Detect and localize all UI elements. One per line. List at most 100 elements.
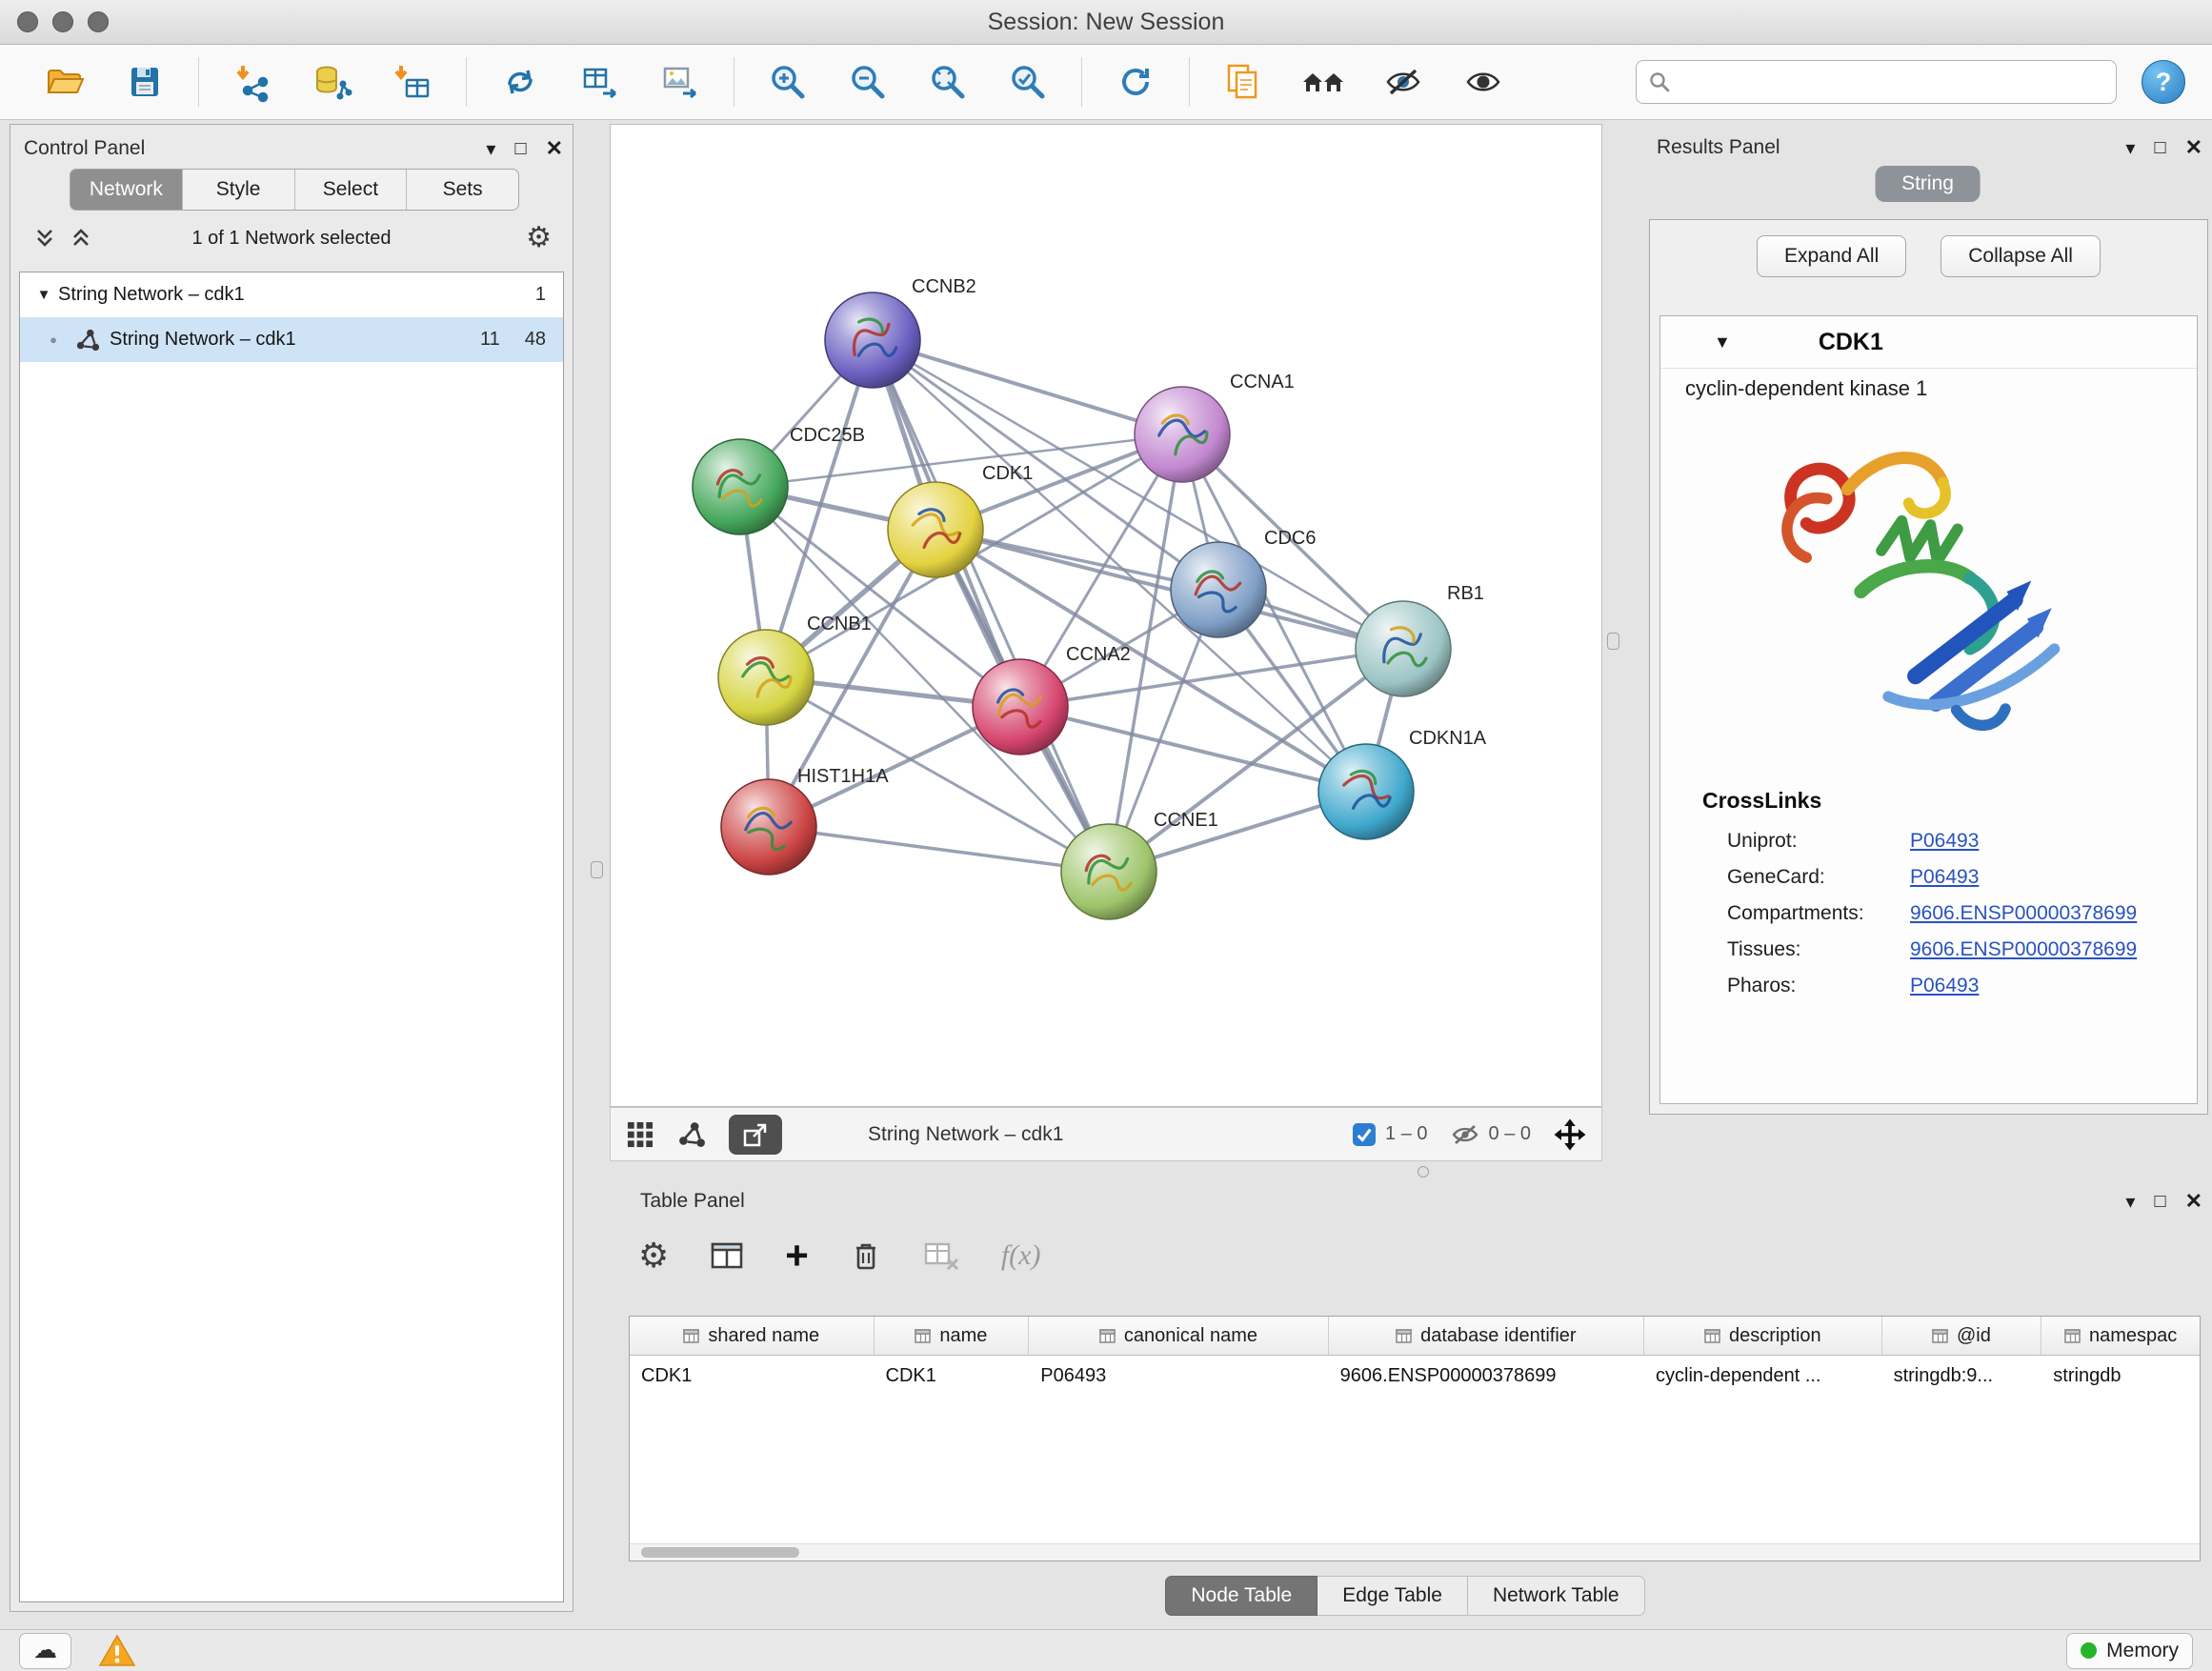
network-canvas[interactable]: CCNB2CCNA1CDC25BCDK1CDC6RB1CCNB1CCNA2CDK… [610, 124, 1602, 1107]
column-header-namespac[interactable]: namespac [2041, 1317, 2200, 1355]
panel-menu-icon[interactable]: ▾ [2125, 1190, 2135, 1214]
network-node-ccna1[interactable]: CCNA1 [1135, 372, 1295, 482]
network-edge[interactable] [935, 530, 1403, 649]
table-cell[interactable]: 9606.ENSP00000378699 [1329, 1365, 1644, 1387]
network-node-ccnb1[interactable]: CCNB1 [718, 614, 872, 725]
show-columns-icon[interactable] [709, 1238, 745, 1273]
minimize-window-button[interactable] [52, 11, 73, 32]
tab-select[interactable]: Select [294, 170, 407, 210]
expand-all-button[interactable]: Expand All [1757, 235, 1906, 277]
tab-style[interactable]: Style [182, 170, 294, 210]
network-node-cdkn1a[interactable]: CDKN1A [1318, 728, 1487, 839]
network-node-ccnb2[interactable]: CCNB2 [825, 276, 976, 388]
network-graph[interactable]: CCNB2CCNA1CDC25BCDK1CDC6RB1CCNB1CCNA2CDK… [611, 125, 1601, 1106]
collapse-all-button[interactable]: Collapse All [1941, 235, 2101, 277]
network-edge[interactable] [873, 340, 1182, 434]
panel-menu-icon[interactable]: ▾ [2125, 136, 2135, 160]
hide-unhide-button[interactable] [1374, 52, 1433, 111]
zoom-fit-button[interactable] [918, 52, 977, 111]
apply-layout-button[interactable] [491, 52, 550, 111]
column-header-canonical-name[interactable]: canonical name [1029, 1317, 1328, 1355]
gear-icon[interactable]: ⚙ [526, 221, 552, 254]
crosslink-link[interactable]: 9606.ENSP00000378699 [1910, 902, 2137, 925]
copy-view-button[interactable] [1214, 52, 1273, 111]
crosslink-link[interactable]: 9606.ENSP00000378699 [1910, 938, 2137, 961]
table-settings-gear-icon[interactable]: ⚙ [638, 1238, 669, 1273]
splitter-handle[interactable] [1607, 633, 1619, 650]
horizontal-scrollbar[interactable] [630, 1543, 2200, 1560]
tab-edge-table[interactable]: Edge Table [1317, 1576, 1468, 1616]
panel-close-icon[interactable]: ✕ [2185, 135, 2202, 160]
search-input[interactable] [1679, 70, 2104, 94]
close-window-button[interactable] [17, 11, 38, 32]
string-home-button[interactable] [1294, 52, 1353, 111]
cloud-status-button[interactable]: ☁ [19, 1633, 71, 1669]
refresh-network-button[interactable] [1106, 52, 1165, 111]
network-row-selected[interactable]: ● String Network – cdk1 1148 [20, 317, 563, 362]
zoom-out-button[interactable] [838, 52, 897, 111]
panel-float-icon[interactable]: □ [2154, 137, 2165, 159]
birds-eye-icon[interactable] [1554, 1118, 1586, 1151]
column-header-description[interactable]: description [1644, 1317, 1882, 1355]
export-image-button[interactable] [651, 52, 710, 111]
panel-menu-icon[interactable]: ▾ [486, 137, 495, 161]
import-network-file-button[interactable] [223, 52, 282, 111]
column-header-shared-name[interactable]: shared name [630, 1317, 875, 1355]
add-column-icon[interactable]: + [785, 1238, 809, 1273]
crosslink-link[interactable]: P06493 [1910, 975, 1979, 997]
zoom-in-button[interactable] [758, 52, 817, 111]
help-button[interactable]: ? [2142, 60, 2185, 104]
results-tab-string[interactable]: String [1875, 166, 1981, 202]
network-node-hist1h1a[interactable]: HIST1H1A [721, 766, 889, 875]
crosslink-link[interactable]: P06493 [1910, 866, 1979, 889]
import-table-file-button[interactable] [383, 52, 442, 111]
selected-checkbox-icon[interactable] [1353, 1123, 1376, 1146]
network-view-icon[interactable] [677, 1120, 706, 1149]
delete-column-trash-icon[interactable] [849, 1238, 883, 1273]
open-session-button[interactable] [35, 52, 94, 111]
tab-node-table[interactable]: Node Table [1165, 1576, 1317, 1616]
table-cell[interactable]: stringdb:9... [1882, 1365, 2042, 1387]
panel-float-icon[interactable]: □ [514, 138, 526, 160]
crosslink-link[interactable]: P06493 [1910, 830, 1979, 853]
table-cell[interactable]: stringdb [2041, 1365, 2200, 1387]
table-row[interactable]: CDK1CDK1P064939606.ENSP00000378699cyclin… [630, 1356, 2200, 1396]
toolbar-separator [1189, 57, 1190, 107]
column-header-name[interactable]: name [875, 1317, 1030, 1355]
tab-network[interactable]: Network [70, 170, 182, 210]
panel-close-icon[interactable]: ✕ [546, 136, 563, 161]
network-edge[interactable] [769, 827, 1109, 872]
save-session-button[interactable] [115, 52, 174, 111]
column-label: @id [1957, 1325, 1991, 1347]
hidden-eye-icon[interactable] [1451, 1123, 1479, 1146]
grid-view-icon[interactable] [626, 1120, 654, 1149]
disclosure-triangle-icon[interactable]: ▼ [30, 287, 58, 303]
splitter-handle[interactable] [591, 861, 603, 878]
detach-view-button[interactable] [729, 1115, 782, 1155]
network-node-cdk1[interactable]: CDK1 [888, 463, 1033, 577]
panel-close-icon[interactable]: ✕ [2185, 1189, 2202, 1214]
splitter-handle[interactable] [1418, 1166, 1429, 1178]
warnings-button[interactable] [98, 1633, 136, 1669]
zoom-selected-button[interactable] [998, 52, 1057, 111]
table-cell[interactable]: cyclin-dependent ... [1644, 1365, 1882, 1387]
network-collection-row[interactable]: ▼ String Network – cdk1 1 [20, 272, 563, 317]
tab-sets[interactable]: Sets [406, 170, 518, 210]
node-detail-header[interactable]: ▼ CDK1 [1660, 316, 2197, 369]
table-cell[interactable]: CDK1 [875, 1365, 1030, 1387]
network-node-rb1[interactable]: RB1 [1356, 583, 1484, 696]
tab-network-table[interactable]: Network Table [1468, 1576, 1645, 1616]
table-cell[interactable]: CDK1 [630, 1365, 875, 1387]
panel-float-icon[interactable]: □ [2154, 1191, 2165, 1213]
import-network-database-button[interactable] [303, 52, 362, 111]
scrollbar-thumb[interactable] [641, 1547, 799, 1558]
network-edge[interactable] [873, 340, 1109, 872]
table-cell[interactable]: P06493 [1029, 1365, 1328, 1387]
export-table-button[interactable] [571, 52, 630, 111]
memory-button[interactable]: Memory [2066, 1633, 2193, 1669]
show-all-button[interactable] [1454, 52, 1513, 111]
zoom-window-button[interactable] [88, 11, 109, 32]
column-header-database-identifier[interactable]: database identifier [1329, 1317, 1644, 1355]
column-header--id[interactable]: @id [1882, 1317, 2042, 1355]
disclosure-triangle-icon[interactable]: ▼ [1714, 332, 1731, 352]
